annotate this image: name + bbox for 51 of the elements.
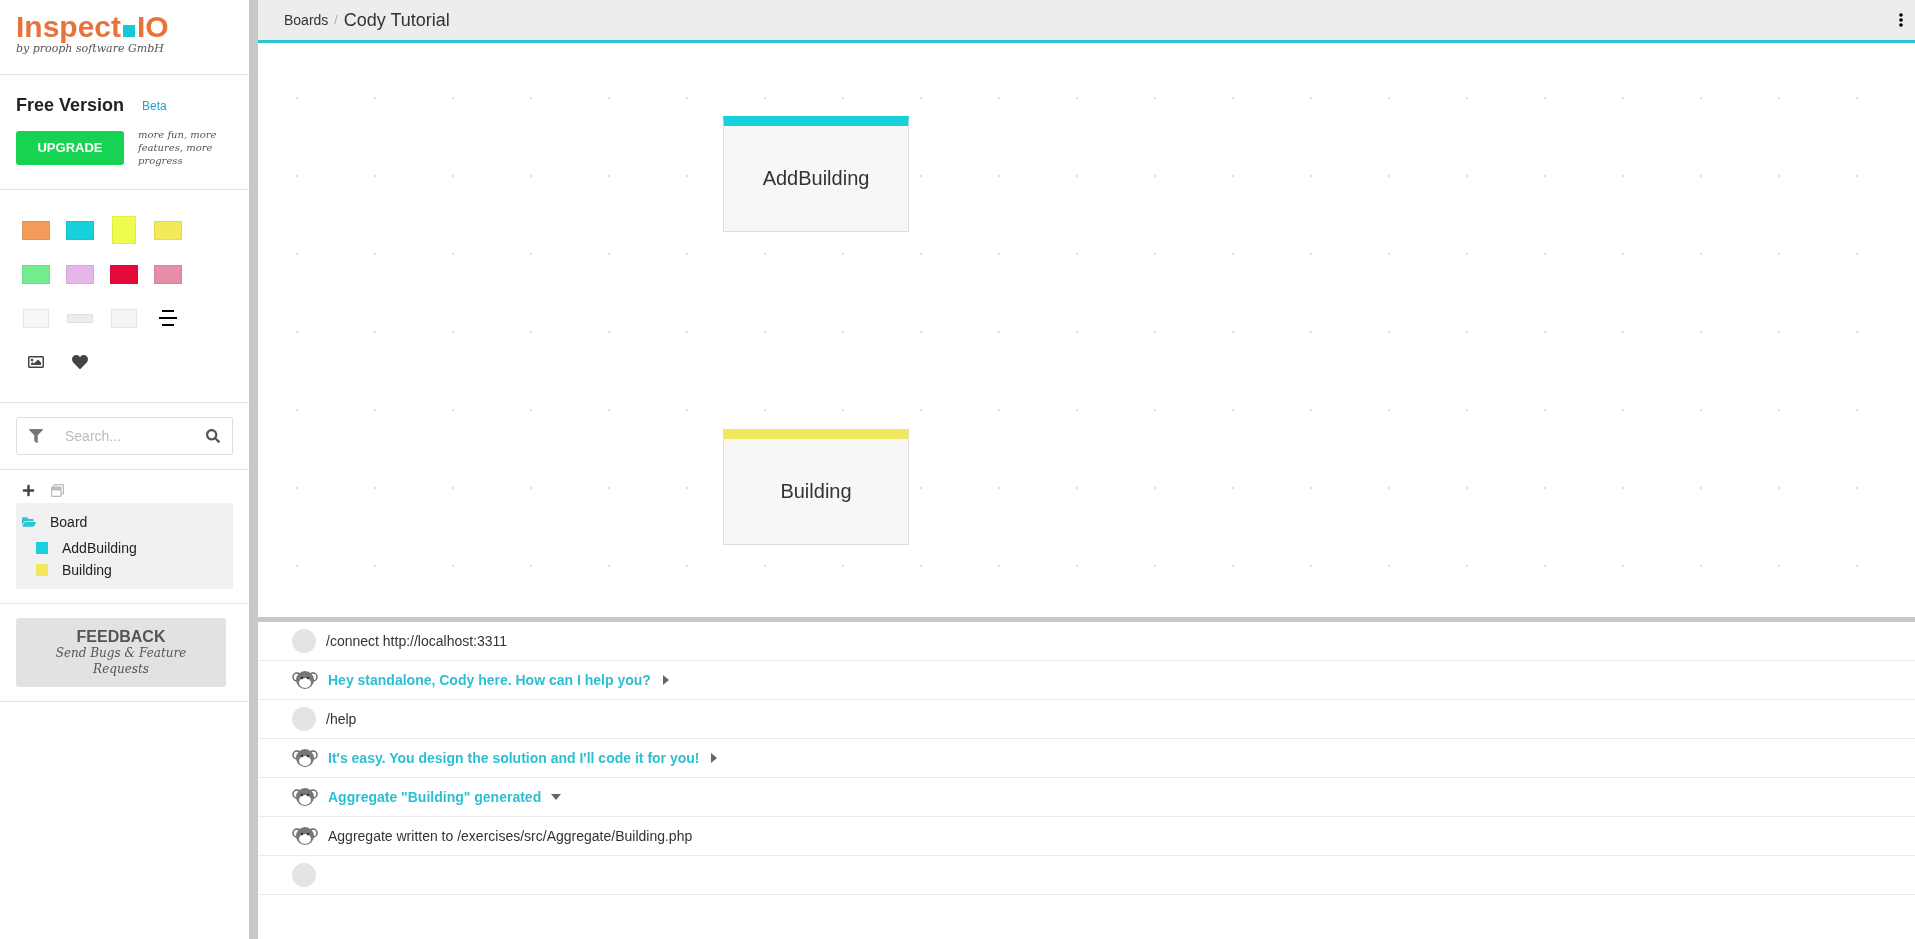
sticky-note-swatch[interactable]: [22, 220, 50, 240]
align-center-icon[interactable]: [159, 310, 177, 327]
more-menu-icon[interactable]: [1899, 13, 1903, 27]
user-avatar: [292, 629, 316, 653]
tree-item[interactable]: Board: [50, 514, 88, 531]
beta-label: Beta: [142, 98, 167, 113]
logo-title-end: IO: [137, 12, 169, 42]
search-field[interactable]: Search...: [16, 417, 233, 456]
chat-message: Aggregate written to /exercises/src/Aggregate/Building.php: [328, 828, 693, 844]
sticky-note-swatch[interactable]: [67, 313, 93, 323]
monkey-icon: [292, 746, 318, 770]
sticky-note-swatch[interactable]: [111, 308, 137, 328]
plan-name: Free Version: [16, 95, 125, 117]
tree-item[interactable]: AddBuilding: [62, 540, 137, 557]
sticky-note-swatch[interactable]: [154, 220, 182, 240]
user-avatar: [292, 863, 316, 887]
user-avatar: [292, 707, 316, 731]
sticky-note-swatch[interactable]: [154, 264, 182, 284]
add-icon[interactable]: [22, 484, 35, 498]
chat-message: /connect http://localhost:3311: [326, 633, 508, 649]
search-icon[interactable]: [206, 429, 220, 444]
chat-message: It's easy. You design the solution and I'll code it for you!: [328, 750, 700, 766]
chat-message: Aggregate "Building" generated: [328, 789, 542, 805]
image-icon[interactable]: [28, 354, 44, 371]
monkey-icon: [292, 668, 318, 692]
heart-icon[interactable]: [72, 354, 88, 371]
windows-icon[interactable]: [51, 484, 64, 498]
sticky-note-swatch[interactable]: [66, 264, 94, 284]
sticky-note-swatch[interactable]: [112, 216, 136, 245]
breadcrumb-separator: /: [334, 13, 338, 27]
chat-message: /help: [326, 711, 357, 727]
upgrade-tagline: more fun, more features, more progress: [138, 128, 218, 168]
sticky-note-swatch[interactable]: [22, 264, 50, 284]
sticky-note-swatch[interactable]: [66, 220, 94, 240]
breadcrumb-link[interactable]: Boards: [284, 12, 329, 28]
logo-subtitle: by prooph software GmbH: [16, 42, 165, 57]
logo-square-icon: [123, 25, 136, 37]
open-folder-icon[interactable]: [22, 515, 36, 530]
monkey-icon: [292, 824, 318, 848]
caret-down-icon[interactable]: [551, 792, 562, 802]
sticky-note-card[interactable]: AddBuilding: [723, 116, 909, 232]
sticky-note-card[interactable]: Building: [723, 429, 909, 545]
sticky-note-swatch[interactable]: [110, 264, 138, 284]
caret-right-icon[interactable]: [660, 675, 671, 685]
monkey-icon: [292, 785, 318, 809]
feedback-button[interactable]: FEEDBACK Send Bugs & Feature Requests: [16, 618, 226, 688]
board-title: Cody Tutorial: [343, 9, 451, 31]
logo-title: Inspect: [16, 12, 122, 42]
filter-icon[interactable]: [29, 429, 43, 444]
tree-item[interactable]: Building: [62, 562, 112, 579]
chat-message: Hey standalone, Cody here. How can I help you?: [328, 672, 651, 688]
